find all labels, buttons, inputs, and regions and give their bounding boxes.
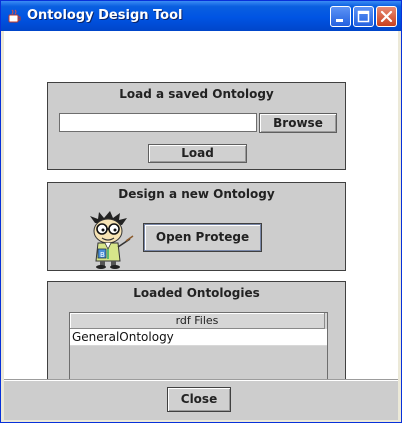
close-button[interactable]: Close [167, 387, 231, 412]
loaded-panel-title: Loaded Ontologies [133, 286, 260, 300]
maximize-icon [357, 10, 370, 23]
java-cup-icon [8, 9, 21, 23]
design-panel-title: Design a new Ontology [118, 187, 275, 201]
table-row[interactable]: GeneralOntology [70, 329, 327, 346]
title-bar[interactable]: Ontology Design Tool [1, 1, 401, 31]
close-icon [380, 10, 393, 23]
open-protege-button[interactable]: Open Protege [143, 223, 262, 252]
close-window-button[interactable] [376, 6, 397, 27]
table-column-header[interactable]: rdf Files [70, 313, 325, 329]
load-saved-ontology-panel: Load a saved Ontology Browse Load [47, 82, 346, 170]
footer-bar: Close [4, 379, 398, 420]
load-panel-title: Load a saved Ontology [119, 87, 274, 101]
minimize-button[interactable] [330, 6, 351, 27]
professor-mascot-icon: B [90, 211, 134, 269]
load-button[interactable]: Load [148, 144, 247, 163]
client-area: Load a saved Ontology Browse Load Design… [4, 31, 398, 420]
table-header-corner [325, 313, 327, 329]
maximize-button[interactable] [353, 6, 374, 27]
design-new-ontology-panel: Design a new Ontology B Open Protege [47, 182, 346, 271]
ontology-path-input[interactable] [59, 113, 257, 132]
svg-text:B: B [100, 251, 105, 259]
minimize-icon [336, 19, 343, 22]
browse-button[interactable]: Browse [259, 113, 337, 133]
window-title: Ontology Design Tool [27, 8, 183, 23]
app-window: Ontology Design Tool Load a saved Ontolo… [0, 0, 402, 423]
